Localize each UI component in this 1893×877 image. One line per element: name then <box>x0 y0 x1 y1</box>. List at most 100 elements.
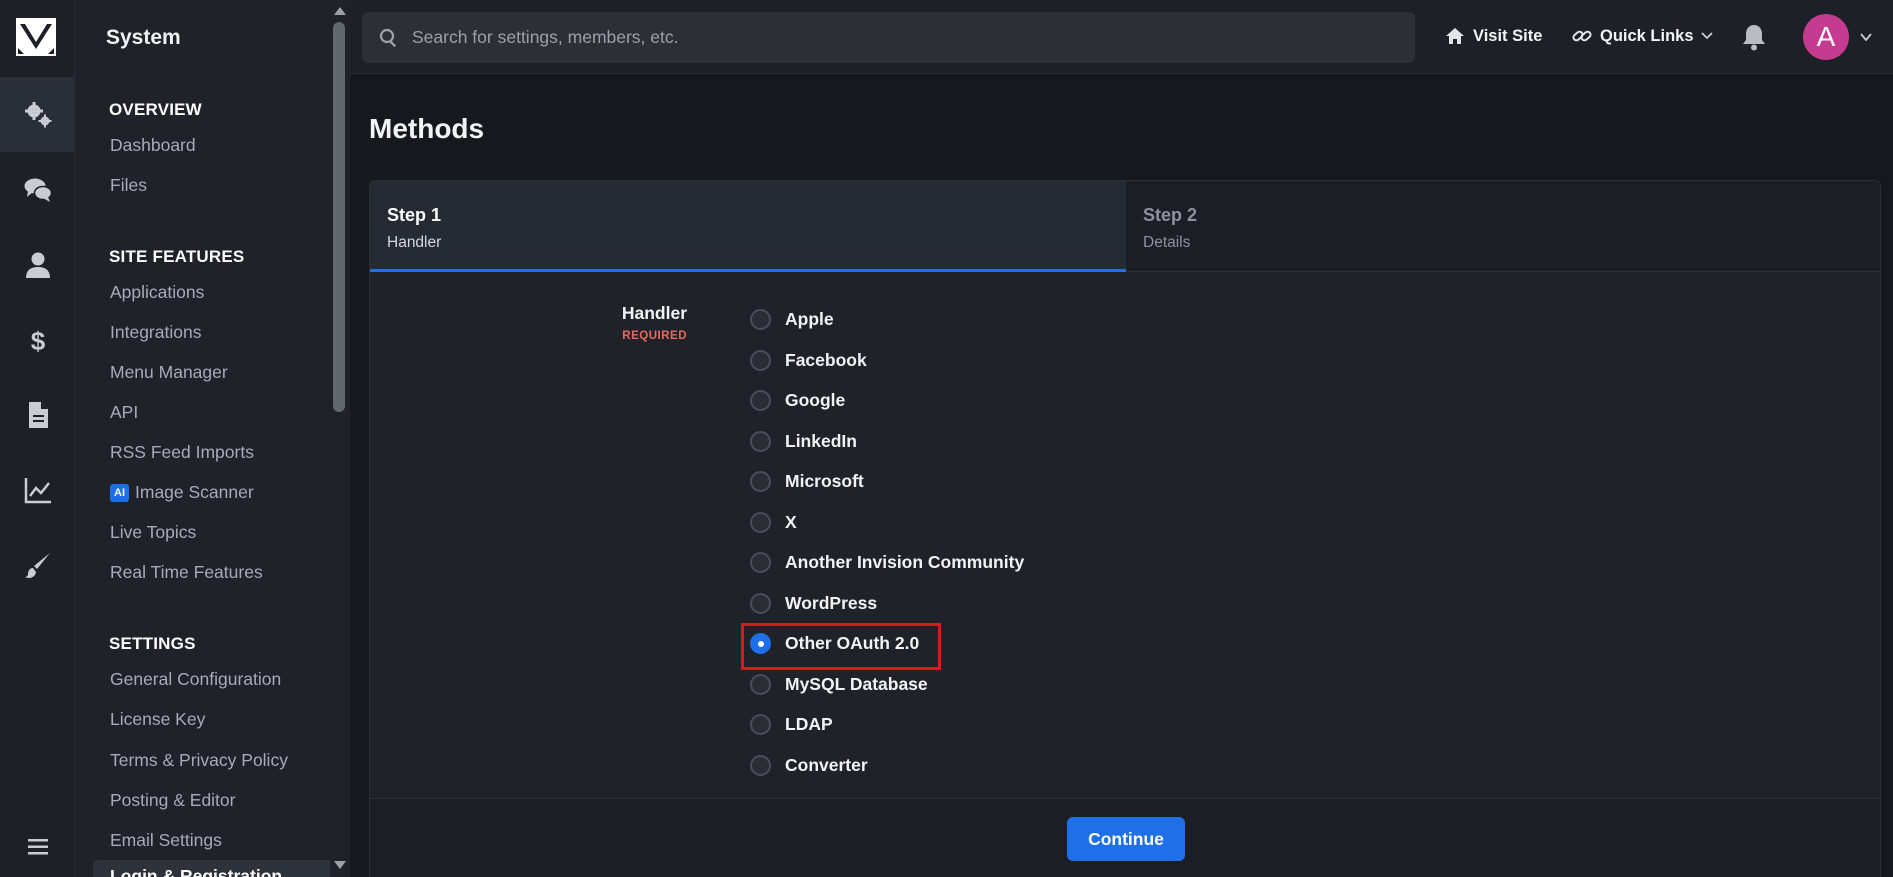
radio-label: Apple <box>785 309 834 329</box>
step-1-tab[interactable]: Step 1 Handler <box>370 181 1126 272</box>
rail-customization[interactable] <box>0 527 75 602</box>
sidebar-item-image-scanner[interactable]: AI Image Scanner <box>110 482 254 503</box>
sidebar-item-rss-feed-imports[interactable]: RSS Feed Imports <box>110 442 254 463</box>
radio-button[interactable] <box>750 552 771 573</box>
hamburger-icon <box>27 839 48 855</box>
home-icon <box>1446 28 1464 44</box>
radio-label: LDAP <box>785 714 833 734</box>
sidebar-item-integrations[interactable]: Integrations <box>110 322 201 343</box>
handler-option-facebook[interactable]: Facebook <box>750 349 867 371</box>
user-icon <box>25 252 50 278</box>
handler-option-x[interactable]: X <box>750 511 797 533</box>
sidebar-item-general-configuration[interactable]: General Configuration <box>110 669 281 690</box>
handler-option-mysql-database[interactable]: MySQL Database <box>750 673 928 695</box>
rail-pages[interactable] <box>0 377 75 452</box>
quick-links-dropdown[interactable]: Quick Links <box>1572 26 1721 46</box>
sidebar-item-real-time-features[interactable]: Real Time Features <box>110 562 263 583</box>
sidebar-item-applications[interactable]: Applications <box>110 282 204 303</box>
wizard-steps: Step 1 Handler Step 2 Details <box>370 181 1880 272</box>
radio-button[interactable] <box>750 309 771 330</box>
section-overview: OVERVIEW <box>109 100 202 119</box>
visit-site-label: Visit Site <box>1473 26 1543 45</box>
quick-links-label: Quick Links <box>1600 26 1694 45</box>
radio-label: X <box>785 511 797 532</box>
scroll-up-arrow-icon[interactable] <box>333 6 347 16</box>
radio-label: LinkedIn <box>785 430 857 451</box>
radio-label: Facebook <box>785 349 867 370</box>
sidebar-item-label: Image Scanner <box>135 482 254 502</box>
handler-label: Handler <box>621 303 687 323</box>
scroll-down-arrow-icon[interactable] <box>333 860 347 870</box>
sidebar-item-email-settings[interactable]: Email Settings <box>110 830 222 851</box>
avatar[interactable]: A <box>1803 14 1849 60</box>
line-chart-icon <box>24 477 51 503</box>
sidebar-item-terms-privacy[interactable]: Terms & Privacy Policy <box>110 750 288 771</box>
section-site-features: SITE FEATURES <box>109 247 245 266</box>
gears-icon <box>24 101 51 127</box>
chat-bubbles-icon <box>24 178 52 202</box>
logo-icon[interactable] <box>16 18 56 56</box>
rail-menu-toggle[interactable] <box>0 825 75 869</box>
notifications-bell-icon[interactable] <box>1739 22 1769 52</box>
ai-badge: AI <box>110 484 129 502</box>
sidebar-item-files[interactable]: Files <box>110 175 147 196</box>
sidebar-item-login-registration[interactable]: Login & Registration <box>110 866 282 877</box>
handler-option-another-invision-community[interactable]: Another Invision Community <box>750 552 1024 573</box>
required-badge: REQUIRED <box>622 330 687 342</box>
step-subtitle: Details <box>1143 234 1191 251</box>
wizard-panel: Step 1 Handler Step 2 Details Handler RE… <box>369 180 1881 877</box>
chevron-down-icon[interactable] <box>1859 30 1873 44</box>
radio-label: WordPress <box>785 592 878 613</box>
radio-button[interactable] <box>750 592 771 614</box>
radio-label: Google <box>785 390 846 410</box>
handler-option-converter[interactable]: Converter <box>750 754 868 776</box>
step-2-tab[interactable]: Step 2 Details <box>1126 181 1880 272</box>
radio-button[interactable] <box>750 471 771 492</box>
step-title: Step 2 <box>1143 205 1198 225</box>
rail-system[interactable] <box>0 77 75 152</box>
step-subtitle: Handler <box>387 234 442 251</box>
link-icon <box>1572 30 1592 42</box>
handler-option-ldap[interactable]: LDAP <box>750 714 833 735</box>
search-icon <box>379 28 397 47</box>
section-settings: SETTINGS <box>109 634 196 653</box>
sidebar-item-menu-manager[interactable]: Menu Manager <box>110 362 228 383</box>
radio-button[interactable] <box>750 511 771 533</box>
top-bar: Visit Site Quick Links A <box>350 0 1893 74</box>
handler-option-wordpress[interactable]: WordPress <box>750 592 878 614</box>
radio-button[interactable] <box>750 714 771 735</box>
radio-button[interactable] <box>750 673 771 695</box>
sidebar-item-dashboard[interactable]: Dashboard <box>110 135 196 156</box>
handler-option-microsoft[interactable]: Microsoft <box>750 471 864 492</box>
selection-highlight <box>741 623 941 670</box>
page-title: Methods <box>369 113 485 144</box>
sidebar-title: System <box>106 26 181 49</box>
radio-button[interactable] <box>750 390 771 411</box>
sidebar-scroll-thumb[interactable] <box>333 22 345 412</box>
step-title: Step 1 <box>387 205 442 225</box>
sidebar-item-posting-editor[interactable]: Posting & Editor <box>110 790 235 811</box>
sidebar-item-api[interactable]: API <box>110 402 138 423</box>
dollar-icon: $ <box>30 326 45 355</box>
rail-members[interactable] <box>0 227 75 302</box>
icon-rail: $ <box>0 0 75 877</box>
radio-button[interactable] <box>750 430 771 452</box>
handler-option-google[interactable]: Google <box>750 390 845 411</box>
radio-button[interactable] <box>750 349 771 371</box>
continue-button[interactable]: Continue <box>1067 817 1185 861</box>
visit-site-link[interactable]: Visit Site <box>1445 26 1542 46</box>
rail-stats[interactable] <box>0 452 75 527</box>
radio-button[interactable] <box>750 754 771 776</box>
handler-option-apple[interactable]: Apple <box>750 309 834 330</box>
sidebar-item-live-topics[interactable]: Live Topics <box>110 522 196 543</box>
svg-text:$: $ <box>30 326 45 355</box>
radio-label: MySQL Database <box>785 673 928 694</box>
chevron-down-icon <box>1700 32 1713 40</box>
search-input[interactable] <box>412 27 1372 48</box>
sidebar-item-license-key[interactable]: License Key <box>110 709 205 730</box>
rail-commerce[interactable]: $ <box>0 302 75 377</box>
rail-community[interactable] <box>0 152 75 227</box>
wizard-footer: Continue <box>370 798 1880 877</box>
handler-option-linkedin[interactable]: LinkedIn <box>750 430 857 452</box>
search-box[interactable] <box>362 12 1415 63</box>
